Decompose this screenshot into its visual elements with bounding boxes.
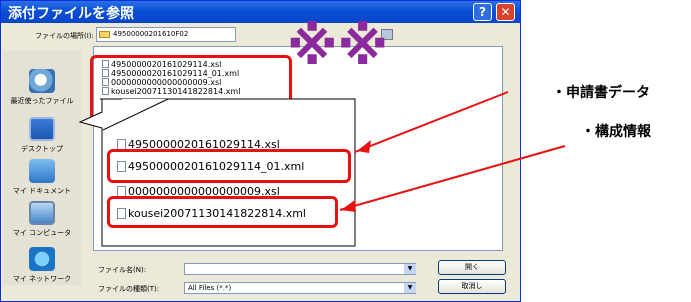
app-data-annotation: ・申請書データ <box>552 85 650 101</box>
app-data-highlight <box>107 149 351 183</box>
config-info-annotation: ・構成情報 <box>581 124 651 140</box>
config-info-highlight <box>107 196 338 228</box>
